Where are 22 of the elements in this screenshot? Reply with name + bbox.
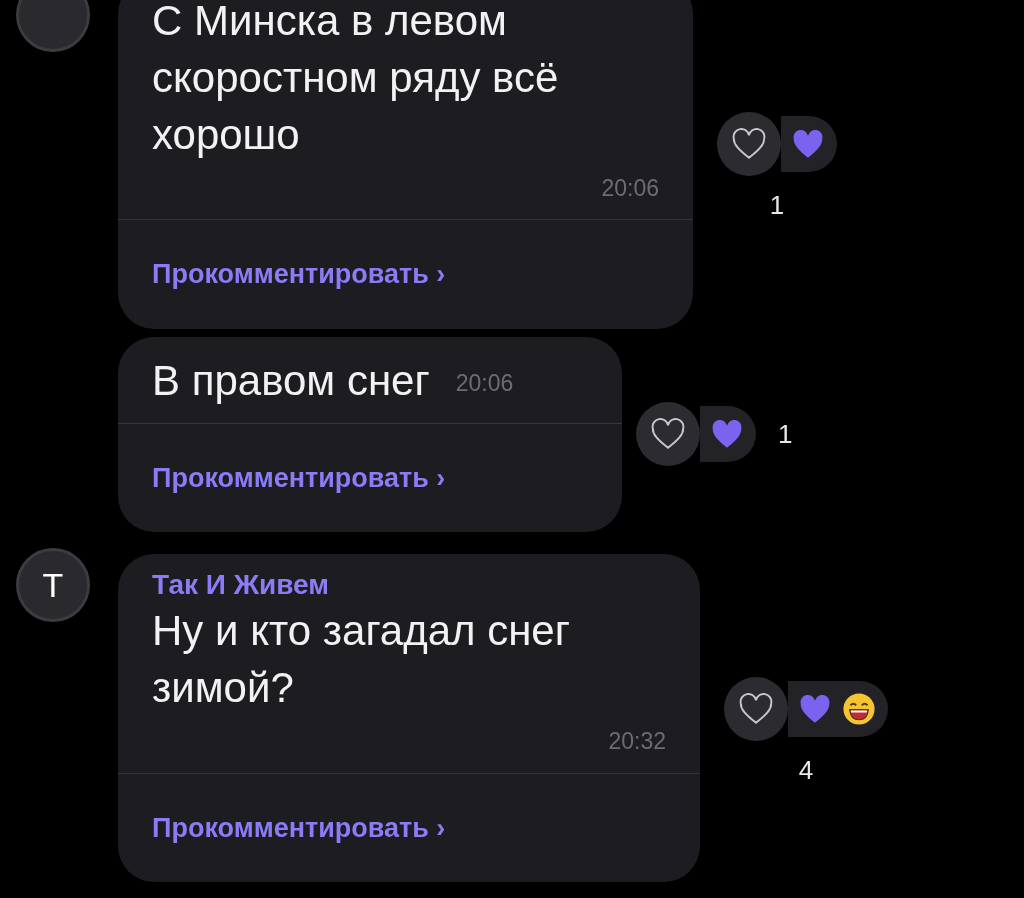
reaction-count: 4 [798,753,814,787]
reaction-count: 1 [778,417,793,451]
heart-icon [791,128,825,159]
message-text: С Минска в левом скоростном ряду всё хорошо [152,0,560,160]
message-text: Ну и кто загадал снег зимой? [152,606,572,713]
heart-icon [710,419,744,450]
heart-outline-icon [738,692,774,725]
reaction-pill[interactable] [788,680,888,737]
reaction-count: 1 [769,188,785,222]
author-name: Так И Живем [152,568,330,602]
avatar[interactable]: Т [16,548,90,622]
message-time: 20:32 [608,727,666,756]
heart-outline-icon [650,418,686,451]
heart-outline-icon [731,127,767,160]
message-text: В правом снег [152,355,430,406]
comment-link[interactable]: Прокомментировать › [152,259,446,289]
laughing-face-icon [842,691,876,726]
heart-icon [798,693,832,724]
message-time: 20:06 [455,369,514,398]
message-time: 20:06 [601,173,659,203]
comment-link[interactable]: Прокомментировать › [152,812,446,843]
comment-link[interactable]: Прокомментировать › [152,462,446,493]
